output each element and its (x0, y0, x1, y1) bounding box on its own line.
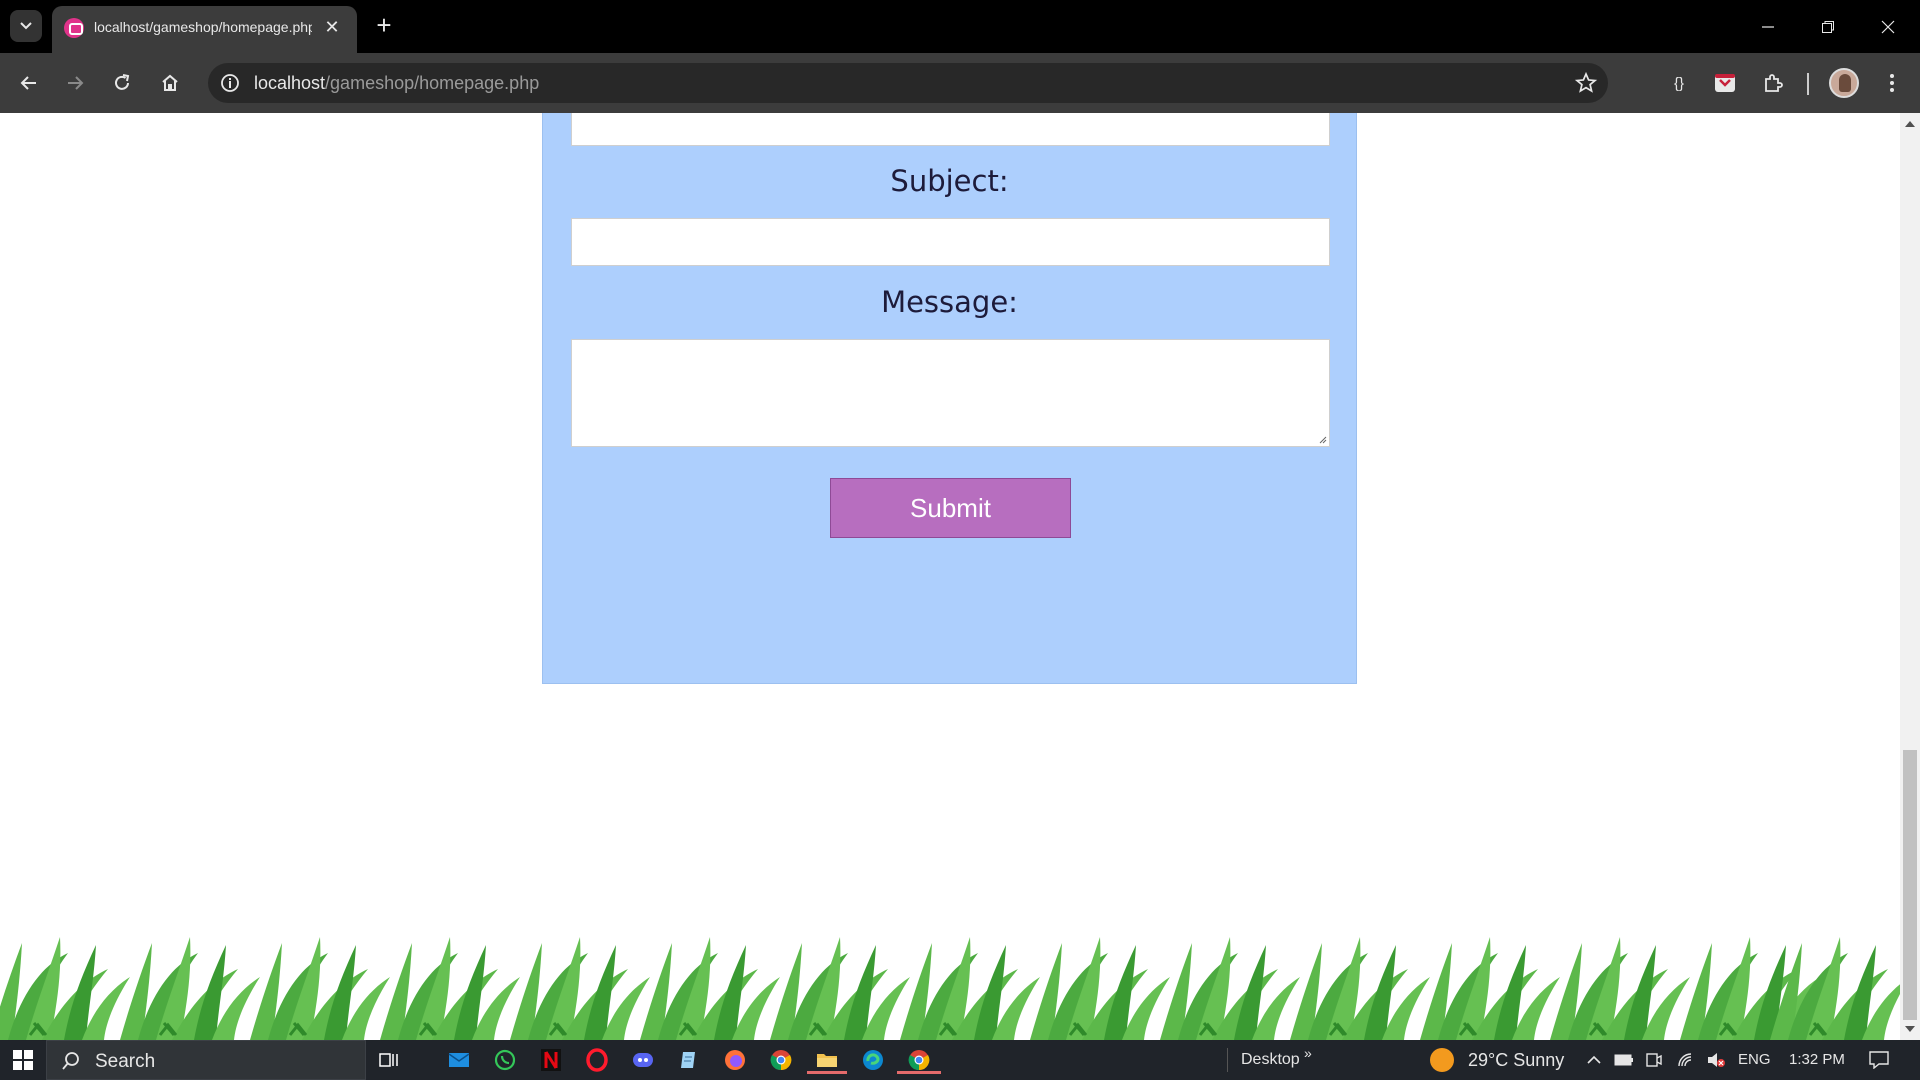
resize-grip-icon[interactable] (1317, 434, 1327, 444)
search-icon (62, 1052, 79, 1070)
chevron-up-icon[interactable] (1584, 1050, 1604, 1070)
clock[interactable]: 1:32 PM (1789, 1051, 1845, 1068)
weather-text[interactable]: 29°C Sunny (1468, 1050, 1564, 1071)
edge-icon[interactable] (859, 1046, 887, 1074)
mail-icon[interactable] (445, 1046, 473, 1074)
close-tab-icon[interactable]: ✕ (321, 16, 343, 38)
search-label: Search (95, 1051, 156, 1072)
profile-avatar[interactable] (1829, 68, 1859, 98)
browser-toolbar: localhost/gameshop/homepage.php {} (0, 53, 1920, 113)
chevron-right-icon[interactable]: » (1304, 1045, 1312, 1061)
back-button[interactable] (13, 67, 45, 99)
tab-search-button[interactable] (10, 10, 42, 42)
desktop-toolbar-label[interactable]: Desktop (1241, 1051, 1300, 1069)
extensions-puzzle-icon[interactable] (1757, 67, 1789, 99)
forward-button[interactable] (59, 67, 91, 99)
tab-title: localhost/gameshop/homepage.php (94, 19, 312, 35)
scroll-down-icon[interactable] (1905, 1026, 1915, 1032)
meet-now-icon[interactable] (1644, 1050, 1664, 1070)
netflix-icon[interactable] (537, 1046, 565, 1074)
close-icon (1881, 20, 1895, 34)
opera-icon[interactable] (583, 1046, 611, 1074)
notification-center-icon[interactable] (1869, 1050, 1889, 1070)
taskbar-search[interactable]: Search (46, 1040, 366, 1080)
battery-icon[interactable] (1614, 1050, 1634, 1070)
home-icon (162, 74, 178, 91)
pocket-extension-icon[interactable] (1709, 67, 1741, 99)
new-tab-button[interactable]: + (370, 12, 398, 40)
address-bar[interactable]: localhost/gameshop/homepage.php (208, 63, 1608, 103)
chevron-down-icon (20, 22, 32, 30)
subject-input[interactable] (571, 218, 1330, 266)
volume-muted-icon[interactable] (1706, 1050, 1726, 1070)
scroll-thumb[interactable] (1903, 750, 1917, 1020)
start-button[interactable] (0, 1040, 46, 1080)
minimize-icon (1762, 26, 1774, 28)
bookmark-star-icon[interactable] (1574, 71, 1598, 95)
browser-tabstrip: localhost/gameshop/homepage.php ✕ + (0, 0, 1920, 53)
firefox-icon[interactable] (721, 1046, 749, 1074)
taskbar-divider (1227, 1048, 1228, 1072)
url-text: localhost/gameshop/homepage.php (254, 73, 539, 94)
windows-taskbar: Search Desktop » 29°C Sunny ENG 1:32 PM (0, 1040, 1920, 1080)
site-info-icon[interactable] (218, 71, 242, 95)
wifi-icon[interactable] (1676, 1050, 1696, 1070)
scroll-up-icon[interactable] (1905, 121, 1915, 127)
page-viewport: Subject: Message: Submit (0, 113, 1900, 1040)
url-path: /gameshop/homepage.php (325, 73, 540, 93)
restore-button[interactable] (1813, 12, 1843, 42)
reload-button[interactable] (106, 67, 138, 99)
toolbar-divider (1807, 73, 1809, 95)
submit-button[interactable]: Submit (830, 478, 1071, 538)
previous-field-input[interactable] (571, 113, 1330, 146)
windows-logo-icon (13, 1050, 33, 1070)
chrome-icon[interactable] (767, 1046, 795, 1074)
notepad-icon[interactable] (675, 1046, 703, 1074)
active-indicator (897, 1071, 941, 1074)
arrow-left-icon (20, 76, 36, 90)
minimize-button[interactable] (1753, 12, 1783, 42)
language-indicator[interactable]: ENG (1738, 1051, 1771, 1068)
message-label: Message: (881, 285, 1018, 319)
contact-form: Subject: Message: Submit (542, 113, 1357, 684)
vertical-scrollbar[interactable] (1900, 113, 1920, 1040)
chrome-active-icon[interactable] (897, 1046, 941, 1074)
file-explorer-icon[interactable] (807, 1046, 847, 1074)
home-button[interactable] (154, 67, 186, 99)
task-view-icon[interactable] (375, 1046, 403, 1074)
restore-icon (1822, 21, 1834, 33)
weather-sun-icon[interactable] (1430, 1048, 1454, 1072)
reload-icon (115, 74, 130, 90)
subject-label: Subject: (890, 164, 1009, 198)
whatsapp-icon[interactable] (491, 1046, 519, 1074)
discord-icon[interactable] (629, 1046, 657, 1074)
arrow-right-icon (68, 76, 84, 90)
json-extension-icon[interactable]: {} (1663, 67, 1695, 99)
message-textarea[interactable] (571, 339, 1330, 447)
url-host: localhost (254, 73, 326, 93)
site-favicon-icon (64, 18, 84, 38)
active-tab[interactable]: localhost/gameshop/homepage.php ✕ (52, 6, 357, 53)
grass-decoration (0, 935, 1900, 1040)
close-window-button[interactable] (1873, 12, 1903, 42)
active-indicator (807, 1071, 847, 1074)
menu-kebab-icon[interactable] (1876, 67, 1908, 99)
